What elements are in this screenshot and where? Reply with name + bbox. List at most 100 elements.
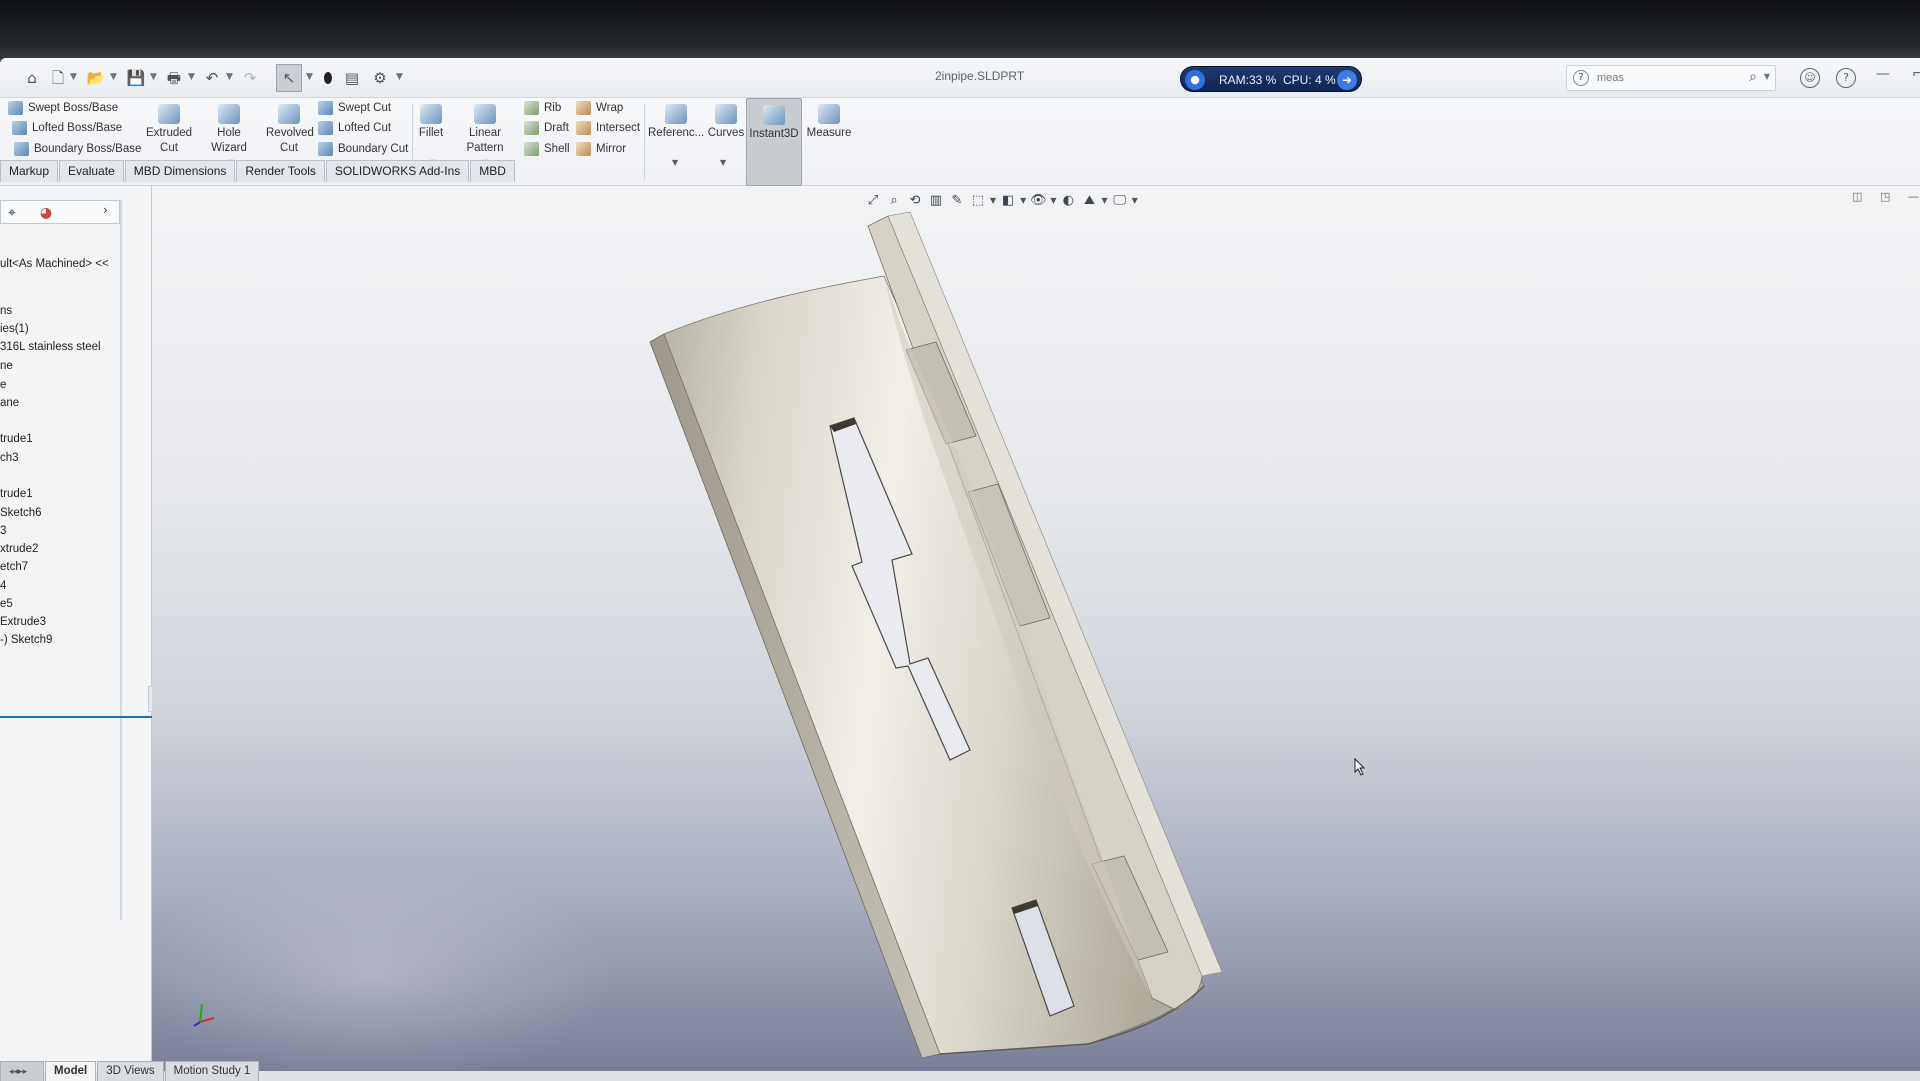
- chevron-down-icon[interactable]: ▼: [720, 158, 726, 167]
- tree-item[interactable]: Extrude3: [0, 616, 46, 628]
- measure-label: Measure: [806, 127, 852, 139]
- select-icon: ↖: [282, 69, 296, 87]
- tree-item[interactable]: e: [0, 379, 6, 391]
- extruded-cut-button[interactable]: Extruded Cut: [146, 104, 192, 156]
- chevron-down-icon[interactable]: ▼: [188, 72, 195, 82]
- mirror-button[interactable]: Mirror: [576, 139, 626, 159]
- help-icon[interactable]: ?: [1573, 70, 1589, 86]
- tab-solidworks-add-ins[interactable]: SOLIDWORKS Add-Ins: [325, 160, 470, 182]
- crosshair-icon[interactable]: ⌖: [1, 203, 23, 223]
- rib-button[interactable]: Rib: [524, 98, 561, 118]
- panel-tabs: ⌖ ◕ ›: [0, 200, 120, 224]
- curves-button[interactable]: Curves: [706, 104, 746, 141]
- rebuild-icon[interactable]: ⬮: [318, 68, 338, 88]
- linear-pattern-button[interactable]: Linear Pattern: [450, 104, 520, 156]
- floor-reflection: [152, 866, 612, 1071]
- appearance-icon[interactable]: ◕: [35, 203, 57, 223]
- measure-button[interactable]: Measure: [806, 104, 852, 141]
- tree-item[interactable]: e5: [0, 598, 13, 610]
- tree-item[interactable]: trude1: [0, 488, 33, 500]
- tree-item[interactable]: etch7: [0, 561, 28, 573]
- tree-item[interactable]: ne: [0, 360, 13, 372]
- extruded-cut-icon: [158, 104, 180, 124]
- tab-markup[interactable]: Markup: [0, 160, 59, 182]
- draft-icon: [524, 121, 539, 135]
- reference-geometry-button[interactable]: Referenc...: [648, 104, 704, 141]
- tree-item[interactable]: trude1: [0, 433, 33, 445]
- chevron-down-icon[interactable]: ▼: [672, 158, 678, 167]
- swept-boss-label: Swept Boss/Base: [28, 102, 119, 114]
- chevron-down-icon[interactable]: ▼: [226, 72, 233, 82]
- tree-item[interactable]: 4: [0, 580, 6, 592]
- search-box[interactable]: ? ⌕ ▼: [1566, 65, 1776, 91]
- tab-mbd-dimensions[interactable]: MBD Dimensions: [124, 160, 236, 182]
- revolved-cut-icon: [278, 104, 300, 124]
- panel-splitter[interactable]: [120, 200, 122, 920]
- tab-render-tools[interactable]: Render Tools: [236, 160, 325, 182]
- options-icon[interactable]: ⚙: [370, 68, 390, 88]
- boundary-boss-button[interactable]: Boundary Boss/Base: [14, 139, 141, 159]
- intersect-button[interactable]: Intersect: [576, 118, 640, 138]
- instant3d-icon: [763, 105, 785, 125]
- chevron-down-icon[interactable]: ▼: [70, 72, 77, 82]
- swept-boss-button[interactable]: Swept Boss/Base: [8, 98, 118, 118]
- chevron-down-icon[interactable]: ▼: [150, 72, 157, 82]
- arrow-right-icon[interactable]: ➜: [1337, 70, 1357, 90]
- undo-icon[interactable]: ↶: [202, 68, 222, 88]
- hole-wizard-button[interactable]: Hole Wizard: [198, 104, 260, 156]
- select-button[interactable]: ↖: [276, 64, 302, 92]
- tab-model[interactable]: Model: [45, 1061, 97, 1081]
- draft-button[interactable]: Draft: [524, 118, 569, 138]
- tree-item[interactable]: Sketch6: [0, 507, 42, 519]
- revolved-cut-button[interactable]: Revolved Cut: [266, 104, 314, 156]
- shell-icon: [524, 142, 539, 156]
- fillet-button[interactable]: Fillet: [416, 104, 446, 141]
- chevron-down-icon[interactable]: ▼: [396, 72, 403, 82]
- open-icon[interactable]: 📂: [86, 68, 106, 88]
- search-icon[interactable]: ⌕: [1749, 69, 1757, 85]
- tree-item[interactable]: 3: [0, 525, 6, 537]
- tree-item[interactable]: ch3: [0, 452, 19, 464]
- restore-button[interactable]: ⌐: [1912, 66, 1920, 82]
- tab-motion-study-1[interactable]: Motion Study 1: [164, 1061, 260, 1081]
- wrap-button[interactable]: Wrap: [576, 98, 623, 118]
- lofted-boss-button[interactable]: Lofted Boss/Base: [12, 118, 122, 138]
- tab-3d-views[interactable]: 3D Views: [97, 1061, 164, 1081]
- boundary-cut-button[interactable]: Boundary Cut: [318, 139, 408, 159]
- instant3d-button[interactable]: Instant3D: [746, 98, 802, 186]
- file-properties-icon[interactable]: ▤: [342, 68, 362, 88]
- chevron-down-icon[interactable]: ▼: [1764, 72, 1770, 81]
- save-icon[interactable]: 💾: [126, 68, 146, 88]
- performance-monitor[interactable]: ● RAM:33 % CPU: 4 % ➜: [1180, 66, 1362, 92]
- chevron-right-icon[interactable]: ›: [103, 203, 108, 217]
- tab-scroll-arrows[interactable]: ◂◂▸▸: [0, 1061, 44, 1081]
- tree-item[interactable]: ies(1): [0, 323, 29, 335]
- tree-item[interactable]: ns: [0, 305, 12, 317]
- user-account-icon[interactable]: ☺: [1800, 68, 1820, 88]
- tree-root[interactable]: ult<As Machined> <<: [0, 258, 109, 270]
- new-document-icon[interactable]: 🗋: [48, 68, 68, 88]
- wrap-icon: [576, 101, 591, 115]
- search-input[interactable]: [1597, 69, 1737, 87]
- shell-button[interactable]: Shell: [524, 139, 570, 159]
- tree-item[interactable]: xtrude2: [0, 543, 38, 555]
- intersect-label: Intersect: [596, 122, 641, 134]
- chevron-down-icon[interactable]: ▼: [110, 72, 117, 82]
- help-icon[interactable]: ?: [1836, 68, 1856, 88]
- home-icon[interactable]: ⌂: [22, 68, 42, 88]
- tree-item[interactable]: -) Sketch9: [0, 634, 52, 646]
- tree-item[interactable]: ane: [0, 397, 19, 409]
- redo-icon[interactable]: ↷: [240, 68, 260, 88]
- part-model[interactable]: [152, 186, 1920, 1071]
- tab-evaluate[interactable]: Evaluate: [59, 160, 124, 182]
- swept-cut-button[interactable]: Swept Cut: [318, 98, 391, 118]
- tab-mbd[interactable]: MBD: [470, 160, 515, 182]
- minimize-button[interactable]: —: [1876, 66, 1890, 82]
- reference-geometry-icon: [665, 104, 687, 124]
- tree-item-material[interactable]: 316L stainless steel: [0, 341, 101, 353]
- print-icon[interactable]: 🖶: [164, 68, 184, 88]
- graphics-area[interactable]: ⤢ ⌕ ⟲ ▥ ✎ ⬚ ▼ ◧ ▼ 👁 ▼ ◐ ⛰ ▼ 🖵 ▼ ◫ ◳ —: [152, 186, 1920, 1071]
- lofted-cut-button[interactable]: Lofted Cut: [318, 118, 391, 138]
- rollback-bar[interactable]: [0, 716, 152, 718]
- chevron-down-icon[interactable]: ▼: [306, 72, 313, 82]
